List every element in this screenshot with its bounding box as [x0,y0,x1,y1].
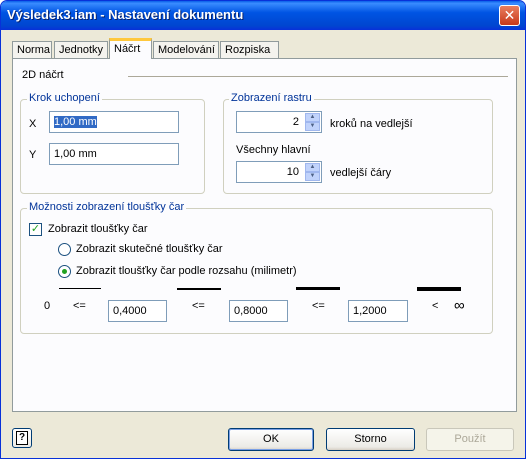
tab-rozpiska[interactable]: Rozpiska [220,41,279,59]
snap-y-label: Y [29,149,37,161]
le-symbol-2: <= [192,300,205,312]
le-symbol-3: <= [312,300,325,312]
line-sample-thickest [417,287,461,291]
line-sample-thin [59,288,101,289]
range-value-1: 0,4000 [113,305,147,317]
lt-symbol: < [432,300,439,312]
snap-x-label: X [29,118,37,130]
window-title: Výsledek3.iam - Nastavení dokumentu [7,7,244,22]
snap-title: Krok uchopení [27,92,102,104]
lineweight-title: Možnosti zobrazení tloušťky čar [27,201,187,213]
close-button[interactable]: ✕ [499,5,520,26]
line-sample-thick [296,287,340,290]
help-icon: ? [16,431,28,445]
tab-jednotky[interactable]: Jednotky [54,41,108,59]
show-lineweight-label[interactable]: Zobrazit tloušťky čar [48,223,148,235]
grid-major-suffix: vedlejší čáry [330,167,392,179]
snap-x-input[interactable]: 1,00 mm [49,111,179,133]
radio-dot-icon [62,269,67,274]
spin-up-icon[interactable]: ▲ [305,113,320,122]
grid-minor-value: 2 [292,116,299,128]
radio-range-lineweight[interactable] [58,265,71,278]
grid-major-label: Všechny hlavní [236,144,311,156]
snap-y-value: 1,00 mm [54,148,97,160]
spin-down-icon[interactable]: ▼ [305,172,320,181]
snap-x-value: 1,00 mm [54,116,97,128]
ok-button[interactable]: OK [228,428,314,451]
range-value-3: 1,2000 [353,305,387,317]
heading-divider [128,76,508,77]
grid-major-value: 10 [286,166,299,178]
infinity-symbol: ∞ [454,297,465,314]
tab-panel: 2D náčrt Krok uchopení X 1,00 mm Y 1,00 … [12,58,517,412]
show-lineweight-checkbox[interactable]: ✓ [29,223,42,236]
spin-down-icon[interactable]: ▼ [305,122,320,131]
grid-major-spinner[interactable]: 10 ▲ ▼ [236,161,322,183]
line-sample-medium [177,288,221,290]
tab-modelovani[interactable]: Modelování [153,41,219,59]
section-heading: 2D náčrt [22,69,64,81]
close-icon: ✕ [503,7,516,23]
range-input-3[interactable]: 1,2000 [348,300,408,322]
dialog-window: Výsledek3.iam - Nastavení dokumentu ✕ No… [0,0,526,459]
radio-actual-lineweight[interactable] [58,243,71,256]
range-input-1[interactable]: 0,4000 [108,300,167,322]
le-symbol-1: <= [73,300,86,312]
range-value-2: 0,8000 [234,305,268,317]
grid-minor-spinner[interactable]: 2 ▲ ▼ [236,111,322,133]
radio-range-label[interactable]: Zobrazit tloušťky čar podle rozsahu (mil… [76,265,297,277]
cancel-button[interactable]: Storno [326,428,415,451]
checkmark-icon: ✓ [30,223,41,235]
grid-minor-label: kroků na vedlejší [330,118,413,130]
title-bar: Výsledek3.iam - Nastavení dokumentu ✕ [1,1,525,30]
radio-actual-label[interactable]: Zobrazit skutečné tloušťky čar [76,243,223,255]
snap-y-input[interactable]: 1,00 mm [49,143,179,165]
range-zero: 0 [44,300,51,312]
tab-norma[interactable]: Norma [12,41,52,59]
tab-nacrt[interactable]: Náčrt [109,38,152,59]
apply-button[interactable]: Použít [426,428,514,451]
help-button[interactable]: ? [12,428,32,448]
range-input-2[interactable]: 0,8000 [229,300,288,322]
grid-title: Zobrazení rastru [229,92,314,104]
spin-up-icon[interactable]: ▲ [305,163,320,172]
